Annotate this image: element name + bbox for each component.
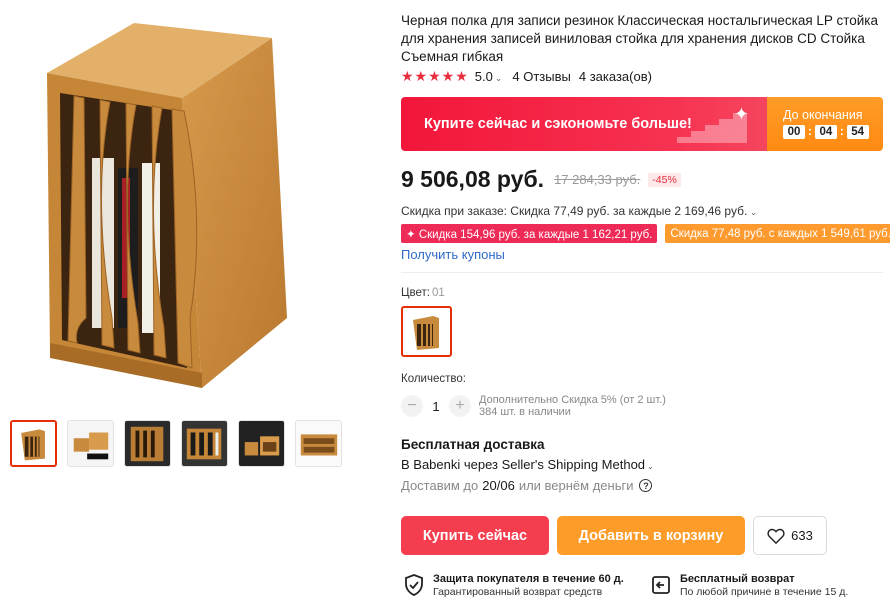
thumbnail[interactable] xyxy=(181,420,228,467)
thumbnail[interactable] xyxy=(124,420,171,467)
chevron-down-icon: ⌄ xyxy=(647,462,654,471)
order-discount-dropdown[interactable]: Скидка при заказе: Скидка 77,49 руб. за … xyxy=(401,204,757,218)
sparkle-icon: ✦ xyxy=(733,104,749,124)
rating-value-text: 5.0 xyxy=(474,69,493,84)
heart-icon xyxy=(767,528,785,544)
stock-text: 384 шт. в наличии xyxy=(479,406,571,418)
promo-text: Купите сейчас и сэкономьте больше! xyxy=(424,116,692,132)
chevron-down-icon: ⌄ xyxy=(750,208,757,217)
quantity-value[interactable]: 1 xyxy=(423,399,449,414)
delivery-date-prefix: Доставим до xyxy=(401,478,479,493)
promo-banner: Купите сейчас и сэкономьте больше! ✦ До … xyxy=(401,97,883,151)
discount-badge: -45% xyxy=(648,172,681,187)
color-label: Цвет: 01 xyxy=(401,287,445,299)
quantity-stepper: − 1 + Дополнительно Скидка 5% (от 2 шт.)… xyxy=(401,394,666,418)
coupon-chip[interactable]: ✦ Скидка 154,96 руб. за каждые 1 162,21 … xyxy=(401,224,658,243)
rating-row: ★★★★★ 5.0 ⌄ 4 Отзывы 4 заказа(ов) xyxy=(401,68,652,85)
get-coupons-link[interactable]: Получить купоны xyxy=(401,247,505,262)
quantity-increase-button[interactable]: + xyxy=(449,395,471,417)
countdown-label: До окончания xyxy=(783,108,863,122)
countdown-timer: 00 : 04 : 54 xyxy=(783,125,883,139)
wishlist-button[interactable]: 633 xyxy=(753,516,827,555)
coupon-chip[interactable]: Скидка 77,48 руб. с каждых 1 549,61 руб. xyxy=(665,224,890,243)
buyer-protection-subtitle: Гарантированный возврат средств xyxy=(433,586,603,598)
delivery-date-value: 20/06 xyxy=(482,478,515,493)
color-option-selected[interactable] xyxy=(401,306,452,357)
delivery-date-suffix: или вернём деньги xyxy=(518,478,634,493)
free-return-title: Бесплатный возврат xyxy=(680,573,795,585)
buyer-protection: Защита покупателя в течение 60 д. Гарант… xyxy=(404,573,624,599)
divider xyxy=(401,272,883,273)
thumbnail[interactable] xyxy=(10,420,57,467)
countdown: До окончания 00 : 04 : 54 xyxy=(767,97,883,151)
quantity-info: Дополнительно Скидка 5% (от 2 шт.) 384 ш… xyxy=(479,394,666,418)
thumbnail[interactable] xyxy=(238,420,285,467)
countdown-minutes: 04 xyxy=(814,125,837,139)
shipping-method-text: В Babenki через Seller's Shipping Method xyxy=(401,457,646,472)
add-to-cart-button[interactable]: Добавить в корзину xyxy=(557,516,745,555)
countdown-hours: 00 xyxy=(783,125,805,139)
reviews-link[interactable]: 4 Отзывы xyxy=(512,69,570,84)
shipping-method-dropdown[interactable]: В Babenki через Seller's Shipping Method… xyxy=(401,457,654,472)
extra-discount-text: Дополнительно Скидка 5% (от 2 шт.) xyxy=(479,394,666,406)
color-option-image xyxy=(405,310,448,353)
buyer-protection-title: Защита покупателя в течение 60 д. xyxy=(433,573,624,585)
buy-now-button[interactable]: Купить сейчас xyxy=(401,516,549,555)
color-value: 01 xyxy=(431,287,445,299)
order-discount-text: Скидка при заказе: Скидка 77,49 руб. за … xyxy=(401,204,748,218)
orders-count: 4 заказа(ов) xyxy=(578,69,652,84)
shield-check-icon xyxy=(405,574,423,596)
old-price: 17 284,33 руб. xyxy=(554,172,641,187)
price-row: 9 506,08 руб. 17 284,33 руб. -45% xyxy=(401,166,681,193)
product-title: Черная полка для записи резинок Классиче… xyxy=(401,13,878,64)
main-product-image[interactable] xyxy=(22,18,362,398)
thumbnail[interactable] xyxy=(295,420,342,467)
promo-banner-main: Купите сейчас и сэкономьте больше! ✦ xyxy=(401,97,767,151)
current-price: 9 506,08 руб. xyxy=(401,166,545,192)
rating-stars: ★★★★★ xyxy=(401,68,469,84)
shipping-title: Бесплатная доставка xyxy=(401,437,545,452)
wishlist-count: 633 xyxy=(791,528,813,543)
help-icon[interactable]: ? xyxy=(639,479,653,492)
rating-value[interactable]: 5.0 ⌄ xyxy=(475,69,503,84)
countdown-seconds: 54 xyxy=(846,125,869,139)
free-return: Бесплатный возврат По любой причине в те… xyxy=(651,573,848,599)
quantity-label: Количество: xyxy=(401,373,466,385)
return-box-icon xyxy=(652,576,670,594)
chevron-down-icon: ⌄ xyxy=(494,73,503,83)
free-return-subtitle: По любой причине в течение 15 д. xyxy=(680,586,849,598)
color-label-text: Цвет: xyxy=(401,287,430,299)
delivery-date: Доставим до 20/06 или вернём деньги ? xyxy=(401,478,653,493)
thumbnail-strip xyxy=(10,420,342,467)
quantity-decrease-button[interactable]: − xyxy=(401,395,423,417)
product-gallery xyxy=(0,0,380,608)
thumbnail[interactable] xyxy=(67,420,114,467)
coupon-chips: ✦ Скидка 154,96 руб. за каждые 1 162,21 … xyxy=(401,224,890,243)
